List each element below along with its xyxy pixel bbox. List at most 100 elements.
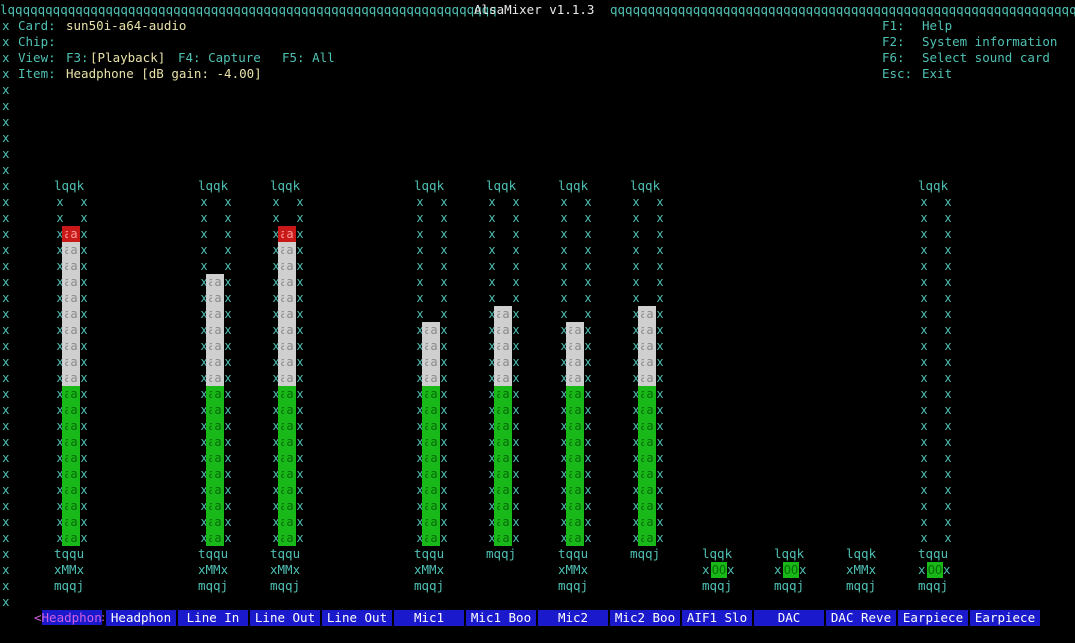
volume-level-cell[interactable]: a — [68, 386, 80, 402]
volume-level-cell[interactable]: a — [284, 514, 296, 530]
volume-level-cell[interactable]: a — [500, 322, 512, 338]
mute-switch-on[interactable]: OO — [927, 562, 943, 578]
volume-level-cell[interactable]: a — [428, 386, 440, 402]
volume-level-cell[interactable]: a — [644, 418, 656, 434]
volume-level-cell[interactable]: a — [644, 306, 656, 322]
volume-level-cell[interactable]: a — [284, 290, 296, 306]
volume-level-cell[interactable]: a — [68, 530, 80, 546]
volume-level-cell[interactable]: a — [644, 498, 656, 514]
volume-level-cell[interactable]: a — [428, 370, 440, 386]
volume-level-cell[interactable]: a — [68, 418, 80, 434]
volume-level-cell[interactable]: a — [284, 370, 296, 386]
volume-level-cell[interactable]: a — [644, 370, 656, 386]
help-key-esc[interactable]: Esc: — [882, 66, 912, 82]
control-label-line-out-2[interactable]: Line Out — [322, 610, 392, 626]
volume-level-cell[interactable]: a — [284, 402, 296, 418]
volume-level-cell[interactable]: a — [212, 450, 224, 466]
volume-level-cell[interactable]: a — [500, 498, 512, 514]
volume-level-cell[interactable]: a — [644, 434, 656, 450]
volume-level-cell[interactable]: a — [644, 322, 656, 338]
volume-level-cell[interactable]: a — [68, 482, 80, 498]
volume-level-cell[interactable]: a — [68, 498, 80, 514]
volume-level-cell[interactable]: a — [284, 466, 296, 482]
volume-level-cell[interactable]: a — [284, 242, 296, 258]
volume-level-cell[interactable]: a — [644, 466, 656, 482]
volume-level-cell[interactable]: a — [284, 482, 296, 498]
volume-level-cell[interactable]: a — [572, 434, 584, 450]
volume-level-cell[interactable]: a — [212, 306, 224, 322]
volume-level-cell[interactable]: a — [500, 386, 512, 402]
mute-switch[interactable]: xMMx — [270, 562, 300, 578]
volume-level-cell[interactable]: a — [572, 450, 584, 466]
mute-switch[interactable]: xMMx — [198, 562, 228, 578]
volume-level-cell[interactable]: a — [500, 402, 512, 418]
control-label-earpiece[interactable]: Earpiece — [898, 610, 968, 626]
volume-level-cell[interactable]: a — [428, 450, 440, 466]
control-label-headphone[interactable]: <Headphon> — [34, 610, 104, 626]
control-label-aif1-slot[interactable]: AIF1 Slo — [682, 610, 752, 626]
volume-level-cell[interactable]: a — [572, 386, 584, 402]
volume-level-cell[interactable]: a — [68, 322, 80, 338]
volume-level-cell[interactable]: a — [212, 498, 224, 514]
volume-level-cell[interactable]: a — [212, 482, 224, 498]
volume-level-cell[interactable]: a — [644, 338, 656, 354]
volume-level-cell[interactable]: a — [500, 514, 512, 530]
volume-level-cell[interactable]: a — [500, 354, 512, 370]
volume-level-cell[interactable]: a — [284, 530, 296, 546]
help-key-f6[interactable]: F6: — [882, 50, 905, 66]
volume-level-cell[interactable]: a — [500, 306, 512, 322]
control-label-line-out[interactable]: Line Out — [250, 610, 320, 626]
volume-level-cell[interactable]: a — [68, 290, 80, 306]
volume-level-cell[interactable]: a — [284, 338, 296, 354]
control-label-headphone-switch[interactable]: Headphon — [106, 610, 176, 626]
volume-level-cell[interactable]: a — [500, 370, 512, 386]
volume-level-cell[interactable]: a — [68, 514, 80, 530]
volume-level-cell[interactable]: a — [428, 402, 440, 418]
volume-level-cell[interactable]: a — [68, 306, 80, 322]
control-label-earpiece-source[interactable]: Earpiece — [970, 610, 1040, 626]
volume-level-cell[interactable]: a — [500, 338, 512, 354]
control-label-mic1-boost[interactable]: Mic1 Boo — [466, 610, 536, 626]
control-label-mic2[interactable]: Mic2 — [538, 610, 608, 626]
volume-level-cell[interactable]: a — [572, 370, 584, 386]
volume-level-cell[interactable]: a — [500, 466, 512, 482]
volume-level-cell[interactable]: a — [284, 418, 296, 434]
volume-level-cell[interactable]: a — [68, 450, 80, 466]
volume-level-cell[interactable]: a — [572, 354, 584, 370]
volume-level-cell[interactable]: a — [68, 402, 80, 418]
volume-level-cell[interactable]: a — [572, 514, 584, 530]
volume-level-cell[interactable]: a — [572, 322, 584, 338]
volume-level-cell[interactable]: a — [284, 450, 296, 466]
volume-level-cell[interactable]: a — [644, 482, 656, 498]
view-f3-key[interactable]: F3: — [66, 50, 89, 66]
volume-level-cell[interactable]: a — [284, 306, 296, 322]
volume-level-cell[interactable]: a — [644, 386, 656, 402]
mute-switch[interactable]: xMMx — [414, 562, 444, 578]
help-key-f2[interactable]: F2: — [882, 34, 905, 50]
volume-level-cell[interactable]: a — [572, 338, 584, 354]
volume-level-cell[interactable]: a — [212, 274, 224, 290]
volume-level-cell[interactable]: a — [428, 434, 440, 450]
volume-level-cell[interactable]: a — [572, 402, 584, 418]
help-key-f1[interactable]: F1: — [882, 18, 905, 34]
volume-level-cell[interactable]: a — [284, 498, 296, 514]
volume-level-cell[interactable]: a — [500, 418, 512, 434]
volume-level-cell[interactable]: a — [500, 530, 512, 546]
control-label-dac-reverse[interactable]: DAC Reve — [826, 610, 896, 626]
volume-level-cell[interactable]: a — [428, 498, 440, 514]
volume-level-cell[interactable]: a — [284, 274, 296, 290]
control-label-line-in[interactable]: Line In — [178, 610, 248, 626]
volume-level-cell[interactable]: a — [212, 466, 224, 482]
view-all[interactable]: F5: All — [282, 50, 335, 66]
volume-level-cell[interactable]: a — [572, 530, 584, 546]
view-capture[interactable]: F4: Capture — [178, 50, 261, 66]
volume-level-cell[interactable]: a — [428, 322, 440, 338]
volume-level-cell[interactable]: a — [284, 434, 296, 450]
control-label-mic1[interactable]: Mic1 — [394, 610, 464, 626]
volume-level-cell[interactable]: a — [572, 418, 584, 434]
volume-level-cell[interactable]: a — [428, 530, 440, 546]
volume-level-cell[interactable]: a — [68, 466, 80, 482]
mute-switch[interactable]: xMMx — [558, 562, 588, 578]
volume-level-cell[interactable]: a — [500, 434, 512, 450]
volume-level-cell[interactable]: a — [284, 354, 296, 370]
